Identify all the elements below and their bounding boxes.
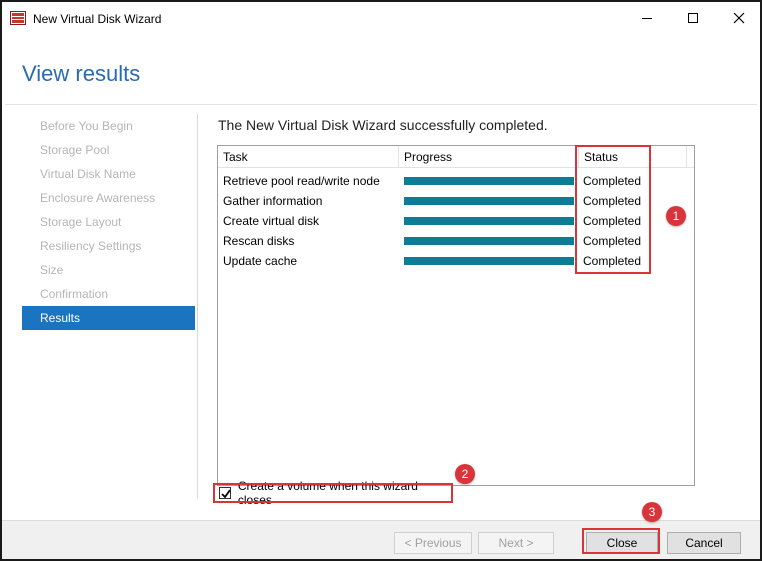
header-divider bbox=[5, 104, 757, 105]
nav-item-resiliency-settings[interactable]: Resiliency Settings bbox=[22, 234, 195, 258]
nav-item-size[interactable]: Size bbox=[22, 258, 195, 282]
nav-item-before-you-begin[interactable]: Before You Begin bbox=[22, 114, 195, 138]
progress-bar bbox=[404, 217, 574, 225]
completion-message: The New Virtual Disk Wizard successfully… bbox=[218, 117, 548, 133]
window-title: New Virtual Disk Wizard bbox=[33, 12, 162, 26]
nav-item-enclosure-awareness[interactable]: Enclosure Awareness bbox=[22, 186, 195, 210]
previous-button[interactable]: < Previous bbox=[394, 532, 472, 554]
progress-bar bbox=[404, 197, 574, 205]
task-cell: Update cache bbox=[223, 254, 298, 268]
callout-badge-1: 1 bbox=[666, 206, 686, 226]
callout-badge-2: 2 bbox=[455, 464, 475, 484]
task-cell: Gather information bbox=[223, 194, 323, 208]
server-manager-icon bbox=[10, 11, 26, 25]
minimize-icon[interactable] bbox=[624, 2, 670, 34]
task-cell: Create virtual disk bbox=[223, 214, 320, 228]
nav-item-confirmation[interactable]: Confirmation bbox=[22, 282, 195, 306]
task-cell: Rescan disks bbox=[223, 234, 295, 248]
close-window-icon[interactable] bbox=[716, 2, 762, 34]
nav-divider bbox=[197, 114, 198, 499]
checkbox-highlight-box bbox=[213, 483, 453, 503]
wizard-nav: Before You Begin Storage Pool Virtual Di… bbox=[22, 114, 195, 330]
column-header-spacer bbox=[686, 146, 694, 168]
maximize-icon[interactable] bbox=[670, 2, 716, 34]
progress-bar bbox=[404, 257, 574, 265]
callout-badge-3: 3 bbox=[642, 502, 662, 522]
progress-bar bbox=[404, 177, 574, 185]
cancel-button[interactable]: Cancel bbox=[667, 532, 741, 554]
wizard-window: New Virtual Disk Wizard View results Bef… bbox=[0, 0, 762, 561]
page-title: View results bbox=[22, 61, 141, 86]
column-header-task[interactable]: Task bbox=[218, 146, 398, 168]
progress-bar bbox=[404, 237, 574, 245]
task-cell: Retrieve pool read/write node bbox=[223, 174, 380, 188]
title-bar: New Virtual Disk Wizard bbox=[2, 2, 760, 36]
close-highlight-box bbox=[582, 528, 660, 554]
column-header-progress[interactable]: Progress bbox=[398, 146, 578, 168]
nav-item-storage-layout[interactable]: Storage Layout bbox=[22, 210, 195, 234]
next-button[interactable]: Next > bbox=[478, 532, 554, 554]
status-highlight-box bbox=[575, 145, 651, 274]
nav-item-storage-pool[interactable]: Storage Pool bbox=[22, 138, 195, 162]
nav-item-virtual-disk-name[interactable]: Virtual Disk Name bbox=[22, 162, 195, 186]
nav-item-results[interactable]: Results bbox=[22, 306, 195, 330]
